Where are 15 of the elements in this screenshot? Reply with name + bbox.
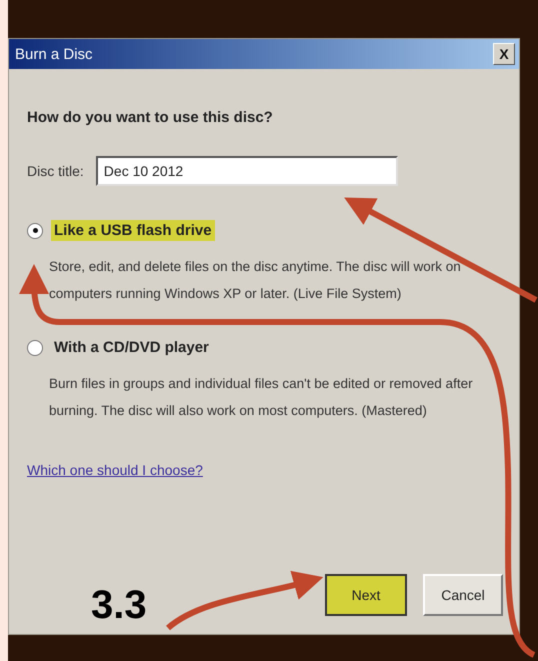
option-label: With a CD/DVD player bbox=[53, 338, 210, 358]
radio-button[interactable] bbox=[27, 340, 43, 356]
radio-button[interactable] bbox=[27, 222, 43, 238]
option-description: Burn files in groups and individual files can't be edited or removed after burning. The disc will also work on most computers. (Mastered) bbox=[49, 375, 474, 420]
close-button[interactable]: X bbox=[493, 43, 515, 65]
help-link[interactable]: Which one should I choose? bbox=[27, 462, 203, 478]
next-button[interactable]: Next bbox=[325, 574, 407, 616]
option-description: Store, edit, and delete files on the disc anytime. The disc will work on computers running Windows XP or later. (Live File System) bbox=[49, 258, 462, 303]
cancel-button[interactable]: Cancel bbox=[423, 574, 503, 616]
option-label: Like a USB flash drive bbox=[51, 220, 215, 241]
window-title: Burn a Disc bbox=[15, 46, 93, 62]
question-heading: How do you want to use this disc? bbox=[27, 109, 274, 126]
step-label: 3.3 bbox=[91, 583, 147, 628]
disc-title-field[interactable]: Dec 10 2012 bbox=[96, 156, 398, 186]
field-label: Disc title: bbox=[27, 163, 84, 179]
